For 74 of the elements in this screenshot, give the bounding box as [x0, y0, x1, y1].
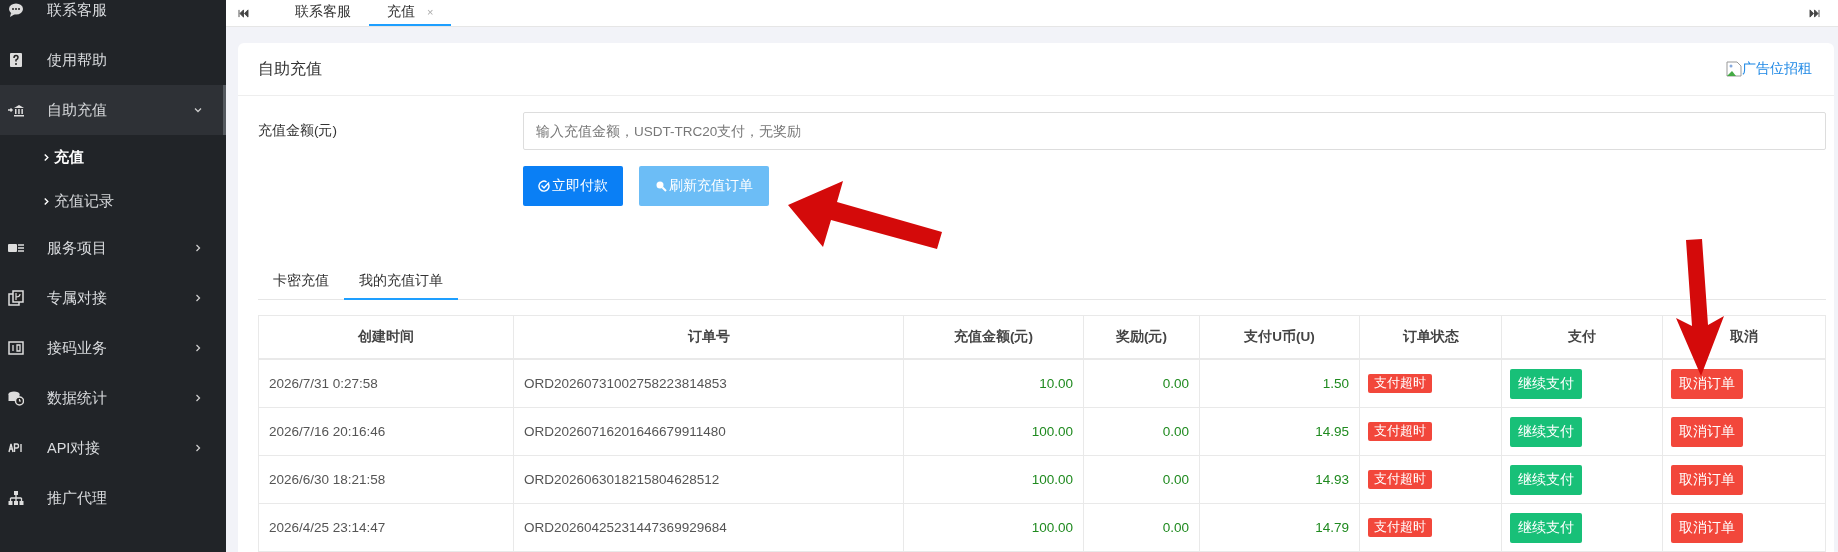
table-cell: ORD20260716201646679911480 — [513, 407, 904, 456]
chevron-right-icon — [194, 394, 202, 402]
sidebar-item[interactable]: 联系客服 — [0, 0, 226, 35]
amount-input-field[interactable]: 输入充值金额，USDT-TRC20支付，无奖励 — [523, 112, 1826, 150]
table-cell: 0.00 — [1083, 407, 1200, 456]
table-cell: 0.00 — [1083, 503, 1200, 552]
order-tab[interactable]: 卡密充值 — [258, 264, 344, 300]
skip-back-icon[interactable] — [238, 8, 249, 18]
status-badge: 支付超时 — [1368, 518, 1432, 537]
table-cell: 14.93 — [1199, 455, 1360, 504]
table-cell: 0.00 — [1083, 359, 1200, 408]
broken-image-icon — [1726, 61, 1742, 77]
table-cell: 100.00 — [903, 455, 1084, 504]
column-header: 订单号 — [513, 315, 904, 359]
order-tab[interactable]: 我的充值订单 — [344, 264, 458, 300]
table-cell: 100.00 — [903, 503, 1084, 552]
sidebar-item[interactable]: 自助充值 — [0, 85, 226, 135]
chevron-right-icon — [194, 244, 202, 252]
table-cell: 2026/7/16 20:16:46 — [258, 407, 514, 456]
chevron-right-icon — [194, 294, 202, 302]
check-circle-icon — [538, 180, 550, 192]
bank-icon — [8, 102, 24, 118]
column-header: 支付 — [1501, 315, 1663, 359]
table-cell: 2026/7/31 0:27:58 — [258, 359, 514, 408]
ad-link[interactable]: 广告位招租 — [1726, 60, 1812, 78]
page-tab[interactable]: 联系客服 — [277, 0, 369, 26]
cancel-order-button[interactable]: 取消订单 — [1671, 368, 1743, 399]
table-cell: 14.79 — [1199, 503, 1360, 552]
table-cell: 1.50 — [1199, 359, 1360, 408]
sidebar-item[interactable]: 数据统计 — [0, 373, 226, 423]
sidebar-item[interactable]: 专属对接 — [0, 273, 226, 323]
column-header: 充值金额(元) — [903, 315, 1084, 359]
sitemap-icon — [8, 490, 24, 506]
question-icon — [8, 52, 24, 68]
database-clock-icon — [8, 390, 24, 406]
status-badge: 支付超时 — [1368, 470, 1432, 489]
cancel-order-button[interactable]: 取消订单 — [1671, 512, 1743, 543]
number-box-icon — [8, 340, 24, 356]
table-cell: ORD20260425231447369929684 — [513, 503, 904, 552]
sidebar-item[interactable]: 接码业务 — [0, 323, 226, 373]
table-cell: 14.95 — [1199, 407, 1360, 456]
column-header: 支付U币(U) — [1199, 315, 1360, 359]
cancel-order-button[interactable]: 取消订单 — [1671, 416, 1743, 447]
page-tab[interactable]: 充值 × — [369, 0, 452, 26]
sidebar-item[interactable]: 服务项目 — [0, 223, 226, 273]
column-header: 创建时间 — [258, 315, 514, 359]
table-cell: 10.00 — [903, 359, 1084, 408]
status-badge: 支付超时 — [1368, 422, 1432, 441]
search-icon — [655, 180, 667, 192]
card-title: 自助充值 — [258, 58, 322, 79]
sidebar-item[interactable]: 使用帮助 — [0, 35, 226, 85]
sidebar-subitem[interactable]: 充值 — [0, 135, 226, 179]
cancel-order-button[interactable]: 取消订单 — [1671, 464, 1743, 495]
sidebar-subitem[interactable]: 充值记录 — [0, 179, 226, 223]
status-badge: 支付超时 — [1368, 374, 1432, 393]
chevron-down-icon — [194, 106, 202, 114]
pay-now-button[interactable]: 立即付款 — [523, 166, 623, 206]
table-cell: 100.00 — [903, 407, 1084, 456]
chevron-right-icon — [43, 152, 50, 162]
table-cell: 0.00 — [1083, 455, 1200, 504]
sidebar-item[interactable]: API对接 — [0, 423, 226, 473]
chevron-right-icon — [43, 196, 50, 206]
table-cell: 2026/6/30 18:21:58 — [258, 455, 514, 504]
table-cell: ORD2026063018215804628512 — [513, 455, 904, 504]
table-cell: ORD20260731002758223814853 — [513, 359, 904, 408]
sidebar-item[interactable]: 推广代理 — [0, 473, 226, 523]
branch-icon — [8, 290, 24, 306]
column-header: 奖励(元) — [1083, 315, 1200, 359]
chevron-right-icon — [194, 444, 202, 452]
column-header: 订单状态 — [1359, 315, 1502, 359]
skip-forward-icon[interactable] — [1809, 8, 1820, 18]
table-cell: 2026/4/25 23:14:47 — [258, 503, 514, 552]
chevron-right-icon — [194, 344, 202, 352]
field-label: 充值金额(元) — [258, 122, 338, 140]
